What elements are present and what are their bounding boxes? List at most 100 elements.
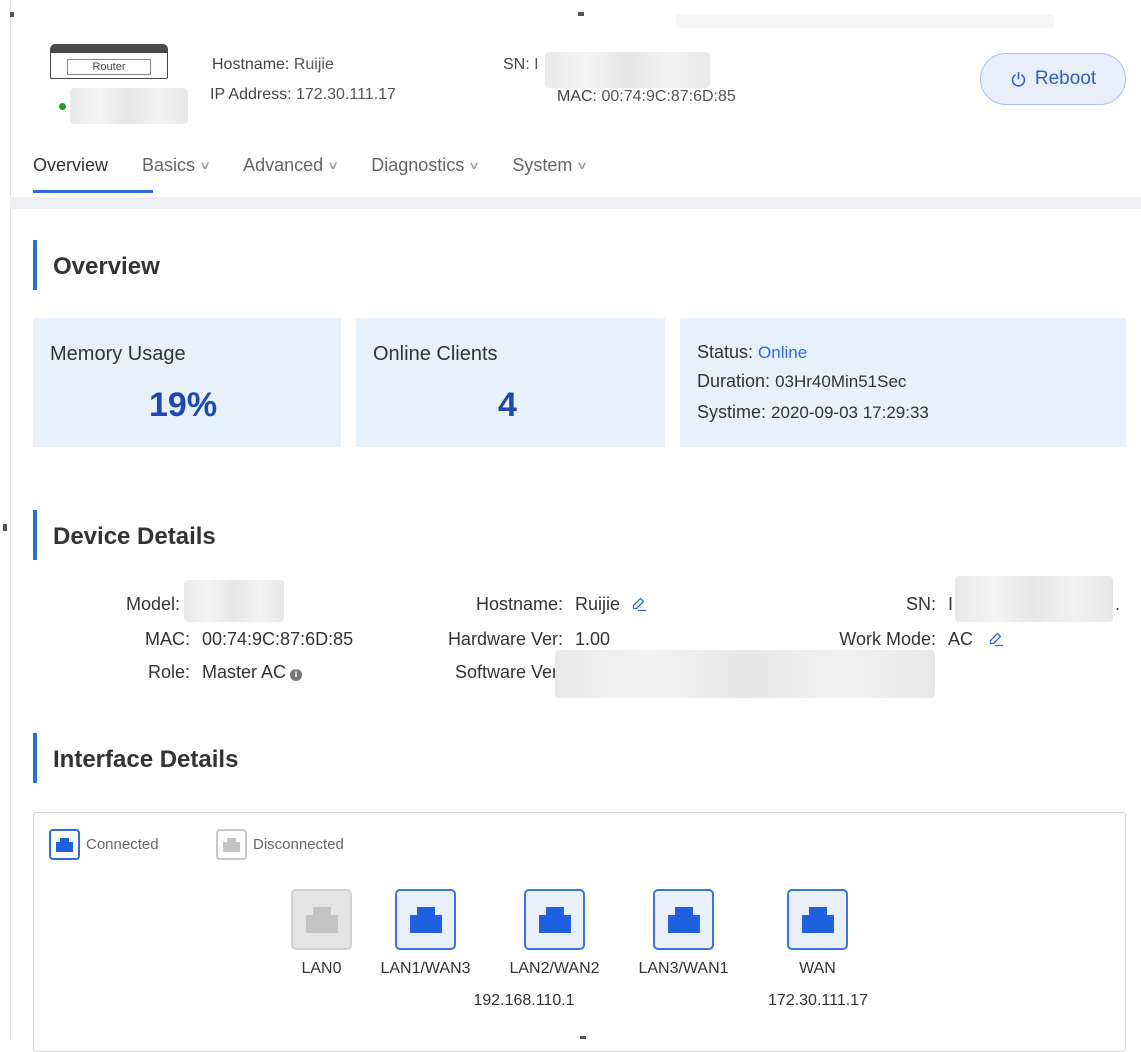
header-sn: SN: I: [503, 56, 539, 74]
hostname-label: Hostname:: [475, 594, 563, 614]
sn-value: I: [948, 594, 954, 614]
systime-value: 2020-09-03 17:29:33: [771, 403, 929, 422]
sn-redacted: [545, 52, 710, 88]
ethernet-port-icon: [667, 906, 700, 933]
connected-port-icon: [49, 829, 80, 860]
main-nav: Overview Basics ∨ Advanced ∨ Diagnostics…: [33, 150, 620, 192]
port-label: LAN0: [301, 960, 342, 977]
tab-diagnostics[interactable]: Diagnostics ∨: [371, 150, 481, 180]
hardware-value: 1.00: [575, 629, 611, 649]
power-icon: [1011, 71, 1026, 87]
online-status-dot: [59, 103, 66, 110]
router-icon: Router: [50, 44, 168, 79]
sn-label: SN:: [905, 594, 936, 614]
port-lan0[interactable]: [291, 889, 352, 950]
header-ip: IP Address: 172.30.111.17: [210, 86, 396, 104]
status-card: Status: Online Duration: 03Hr40Min51Sec …: [680, 318, 1126, 447]
edit-icon: [989, 632, 1004, 647]
sn-value: I: [534, 56, 539, 73]
info-icon[interactable]: i: [290, 669, 303, 681]
port-label: WAN: [799, 960, 836, 977]
device-details-title: Device Details: [53, 523, 216, 550]
device-name-redacted: [70, 88, 188, 124]
ethernet-port-icon: [409, 906, 442, 933]
status-value: Online: [758, 343, 808, 362]
online-clients-label: Online Clients: [373, 343, 498, 365]
router-label: Router: [67, 59, 151, 75]
redacted-area: [676, 14, 1054, 28]
section-marker: [33, 240, 37, 290]
chevron-down-icon: ∨: [576, 159, 589, 172]
memory-usage-card: Memory Usage 19%: [33, 318, 341, 447]
tab-label: Diagnostics: [371, 154, 465, 175]
online-clients-value: 4: [498, 386, 517, 424]
reboot-button[interactable]: Reboot: [980, 53, 1126, 105]
header-hostname: Hostname: Ruijie: [212, 56, 334, 74]
port-label: LAN3/WAN1: [638, 960, 729, 977]
workmode-value: AC: [948, 629, 974, 649]
role-value: Master AC: [202, 662, 287, 682]
chevron-down-icon: ∨: [468, 159, 481, 172]
tab-overview[interactable]: Overview: [33, 150, 108, 180]
memory-usage-label: Memory Usage: [50, 343, 186, 365]
tab-label: System: [512, 154, 573, 175]
tab-advanced[interactable]: Advanced ∨: [243, 150, 340, 180]
port-ip: 192.168.110.1: [473, 992, 575, 1009]
interface-details-title: Interface Details: [53, 746, 239, 773]
tab-basics[interactable]: Basics ∨: [142, 150, 211, 180]
hostname-edit[interactable]: Ruijie: [575, 594, 647, 615]
disconnected-port-icon: [216, 829, 247, 860]
role-value-wrap: Master AC i: [202, 662, 303, 683]
tab-label: Basics: [142, 154, 196, 175]
status-label: Status:: [697, 342, 754, 362]
tab-label: Advanced: [243, 154, 324, 175]
sn-label: SN:: [503, 56, 530, 73]
model-label: Model:: [125, 594, 180, 614]
port-ip: 172.30.111.17: [768, 992, 868, 1009]
port-label: LAN1/WAN3: [380, 960, 471, 977]
corner-mark: [10, 12, 14, 17]
role-label: Role:: [147, 662, 190, 682]
ethernet-port-icon: [305, 906, 338, 933]
reboot-label: Reboot: [1034, 68, 1097, 89]
model-redacted: [184, 580, 284, 622]
workmode-edit[interactable]: AC: [948, 629, 1004, 650]
hostname-value: Ruijie: [293, 56, 334, 73]
ip-label: IP Address:: [210, 86, 292, 103]
left-border: [10, 0, 11, 1041]
port-wan[interactable]: [787, 889, 848, 950]
tab-system[interactable]: System ∨: [512, 150, 589, 180]
ip-value: 172.30.111.17: [295, 86, 396, 103]
legend-connected-label: Connected: [86, 836, 159, 853]
active-tab-indicator: [33, 190, 153, 193]
section-marker: [33, 510, 37, 560]
section-marker: [33, 733, 37, 783]
sn-tail: .: [1115, 594, 1121, 614]
software-redacted: [555, 650, 935, 698]
duration-label: Duration:: [697, 371, 771, 391]
corner-mark: [578, 12, 584, 16]
hardware-label: Hardware Ver:: [447, 629, 563, 649]
memory-usage-value: 19%: [149, 386, 218, 424]
port-lan3-wan1[interactable]: [653, 889, 714, 950]
systime-label: Systime:: [697, 402, 767, 422]
systime-line: Systime: 2020-09-03 17:29:33: [697, 402, 929, 423]
legend-disconnected-label: Disconnected: [253, 836, 344, 853]
corner-mark: [580, 1036, 586, 1039]
chevron-down-icon: ∨: [327, 159, 340, 172]
port-lan2-wan2[interactable]: [524, 889, 585, 950]
nav-divider: [10, 197, 1141, 209]
workmode-label: Work Mode:: [839, 629, 936, 649]
header-mac: MAC: 00:74:9C:87:6D:85: [557, 88, 736, 106]
duration-value: 03Hr40Min51Sec: [775, 372, 907, 391]
mac-value: 00:74:9C:87:6D:85: [202, 629, 354, 649]
hostname-label: Hostname:: [212, 56, 290, 73]
port-label: LAN2/WAN2: [509, 960, 600, 977]
ethernet-port-icon: [538, 906, 571, 933]
ethernet-port-icon: [801, 906, 834, 933]
mac-value: 00:74:9C:87:6D:85: [601, 88, 736, 105]
hostname-value: Ruijie: [575, 594, 621, 614]
sn-redacted: [955, 576, 1113, 622]
tab-label: Overview: [33, 154, 109, 175]
port-lan1-wan3[interactable]: [395, 889, 456, 950]
